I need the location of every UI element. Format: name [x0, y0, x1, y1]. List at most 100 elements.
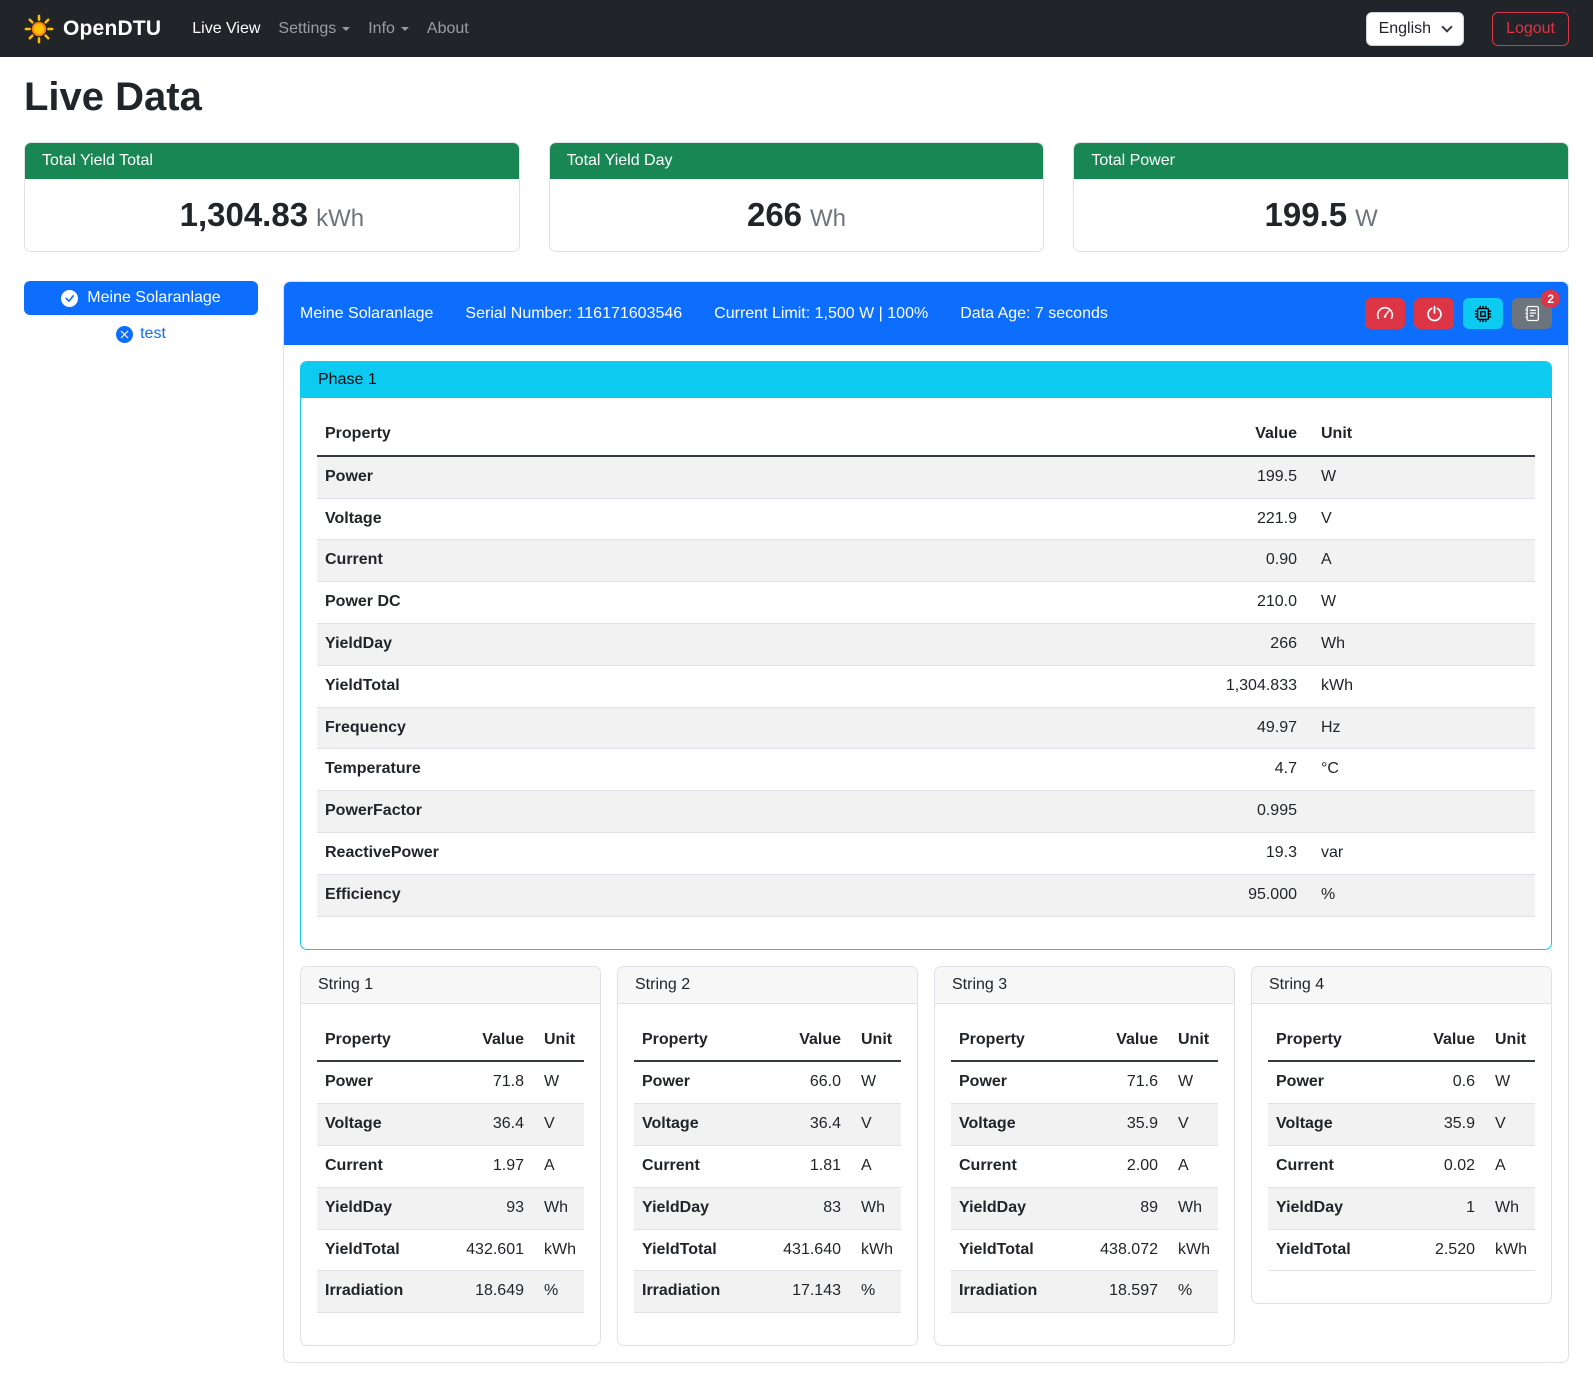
inverter-name: Meine Solaranlage	[300, 305, 433, 323]
property-cell: Current	[317, 540, 908, 582]
table-body: Power66.0WVoltage36.4VCurrent1.81AYieldD…	[634, 1061, 901, 1312]
unit-cell: W	[1166, 1061, 1218, 1103]
inverter-button-label: Meine Solaranlage	[87, 289, 220, 307]
phase-card-body: Property Value Unit Power199.5WVoltage22…	[301, 398, 1551, 949]
unit-cell: W	[849, 1061, 901, 1103]
speedometer-icon	[1376, 305, 1394, 323]
inverter-action-buttons: 2	[1365, 298, 1552, 329]
table-row: YieldDay1Wh	[1268, 1187, 1535, 1229]
value-cell: 2.00	[1072, 1145, 1166, 1187]
unit-cell: Wh	[849, 1187, 901, 1229]
column-header-property: Property	[951, 1020, 1072, 1062]
property-cell: Irradiation	[634, 1271, 755, 1313]
column-header-property: Property	[317, 1020, 438, 1062]
property-cell: Current	[1268, 1145, 1399, 1187]
table-row: Power71.6W	[951, 1061, 1218, 1103]
value-cell: 89	[1072, 1187, 1166, 1229]
nav-settings[interactable]: Settings	[269, 12, 359, 46]
page-title: Live Data	[24, 75, 1569, 120]
table-row: Power199.5W	[317, 456, 1535, 498]
limit-settings-button[interactable]	[1365, 298, 1405, 329]
chevron-down-icon	[1441, 21, 1452, 32]
table-row: Efficiency95.000%	[317, 874, 1535, 916]
value-cell: 199.5	[908, 456, 1305, 498]
table-row: Current0.90A	[317, 540, 1535, 582]
value-cell: 431.640	[755, 1229, 849, 1271]
property-cell: ReactivePower	[317, 832, 908, 874]
string-title: String 1	[301, 967, 600, 1004]
value-cell: 19.3	[908, 832, 1305, 874]
brand[interactable]: OpenDTU	[24, 14, 161, 44]
column-header-property: Property	[634, 1020, 755, 1062]
event-count-badge: 2	[1541, 290, 1560, 308]
property-cell: Voltage	[317, 498, 908, 540]
string-title: String 3	[935, 967, 1234, 1004]
property-cell: Frequency	[317, 707, 908, 749]
value-cell: 438.072	[1072, 1229, 1166, 1271]
unit-cell: %	[1166, 1271, 1218, 1313]
table-row: Voltage35.9V	[1268, 1104, 1535, 1146]
nav-info[interactable]: Info	[359, 12, 418, 46]
chevron-down-icon	[342, 27, 350, 31]
property-cell: Irradiation	[951, 1271, 1072, 1313]
unit-cell: W	[1483, 1061, 1535, 1103]
table-row: YieldDay93Wh	[317, 1187, 584, 1229]
table-header-row: PropertyValueUnit	[317, 1020, 584, 1062]
page: OpenDTU Live View Settings Info About En…	[0, 0, 1593, 1387]
table-header-row: Property Value Unit	[317, 414, 1535, 456]
value-cell: 66.0	[755, 1061, 849, 1103]
column-header-property: Property	[317, 414, 908, 456]
value-cell: 1	[1399, 1187, 1483, 1229]
value-cell: 4.7	[908, 749, 1305, 791]
table-row: YieldTotal2.520kWh	[1268, 1229, 1535, 1271]
unit-cell: °C	[1305, 749, 1535, 791]
event-log-button[interactable]: 2	[1512, 298, 1552, 329]
unit-cell: V	[1166, 1104, 1218, 1146]
table-row: Current0.02A	[1268, 1145, 1535, 1187]
nav-settings-label: Settings	[278, 20, 336, 37]
column-header-value: Value	[1399, 1020, 1483, 1062]
property-cell: Voltage	[1268, 1104, 1399, 1146]
unit-cell: Wh	[1305, 623, 1535, 665]
table-header-row: PropertyValueUnit	[951, 1020, 1218, 1062]
table-row: Power DC210.0W	[317, 582, 1535, 624]
unit-cell: A	[532, 1145, 584, 1187]
value-cell: 266	[908, 623, 1305, 665]
inverter-card-header: Meine Solaranlage Serial Number: 1161716…	[284, 282, 1568, 345]
value-cell: 35.9	[1072, 1104, 1166, 1146]
column-header-unit: Unit	[1305, 414, 1535, 456]
property-cell: YieldTotal	[951, 1229, 1072, 1271]
inverter-data-age: Data Age: 7 seconds	[960, 305, 1108, 323]
value-cell: 36.4	[438, 1104, 532, 1146]
card-body: 1,304.83kWh	[25, 179, 519, 251]
unit-cell: kWh	[849, 1229, 901, 1271]
power-icon	[1426, 305, 1443, 322]
column-header-value: Value	[755, 1020, 849, 1062]
string-card: String 2PropertyValueUnitPower66.0WVolta…	[617, 966, 918, 1347]
value-cell: 71.6	[1072, 1061, 1166, 1103]
property-cell: YieldTotal	[317, 1229, 438, 1271]
logout-button[interactable]: Logout	[1492, 12, 1569, 46]
column-header-unit: Unit	[1483, 1020, 1535, 1062]
device-info-button[interactable]	[1463, 298, 1503, 329]
unit-cell: Wh	[1483, 1187, 1535, 1229]
language-select[interactable]: English	[1366, 12, 1464, 46]
inverter-button-selected[interactable]: Meine Solaranlage	[24, 281, 258, 315]
table-row: Temperature4.7°C	[317, 749, 1535, 791]
property-cell: YieldDay	[317, 1187, 438, 1229]
inverter-selector: Meine Solaranlage test	[24, 281, 258, 344]
value-cell: 18.597	[1072, 1271, 1166, 1313]
nav-about[interactable]: About	[418, 12, 478, 46]
power-button[interactable]	[1414, 298, 1454, 329]
table-body: Power199.5WVoltage221.9VCurrent0.90APowe…	[317, 456, 1535, 916]
property-cell: Power	[634, 1061, 755, 1103]
table-header: PropertyValueUnit	[951, 1020, 1218, 1062]
property-cell: YieldTotal	[1268, 1229, 1399, 1271]
inverter-button-test[interactable]: test	[110, 324, 172, 344]
unit-cell: W	[1305, 456, 1535, 498]
string-table: PropertyValueUnitPower71.8WVoltage36.4VC…	[317, 1020, 584, 1314]
content-row: Meine Solaranlage test Meine Solaranlage…	[24, 281, 1569, 1363]
chevron-down-icon	[401, 27, 409, 31]
nav-live-view[interactable]: Live View	[183, 12, 269, 46]
column-header-unit: Unit	[849, 1020, 901, 1062]
